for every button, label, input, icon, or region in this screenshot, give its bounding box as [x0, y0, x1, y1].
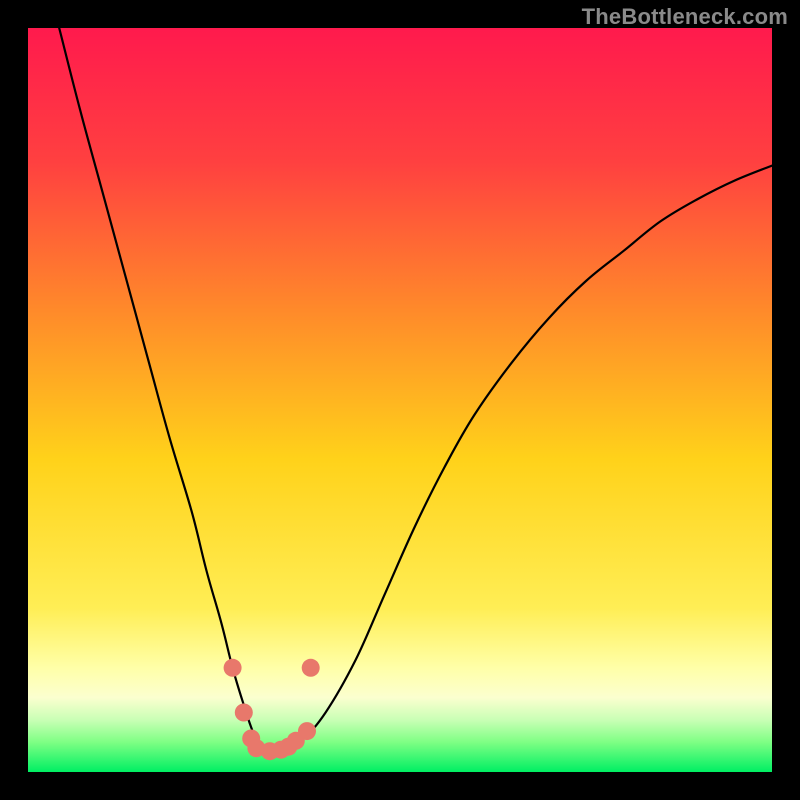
chart-frame: TheBottleneck.com — [0, 0, 800, 800]
data-dot — [298, 722, 316, 740]
data-dot — [224, 659, 242, 677]
data-dot — [235, 704, 253, 722]
data-dot — [302, 659, 320, 677]
watermark-text: TheBottleneck.com — [582, 4, 788, 30]
curve-dots — [224, 659, 320, 760]
bottleneck-curve — [28, 28, 772, 772]
curve-path — [59, 28, 772, 752]
plot-area — [28, 28, 772, 772]
